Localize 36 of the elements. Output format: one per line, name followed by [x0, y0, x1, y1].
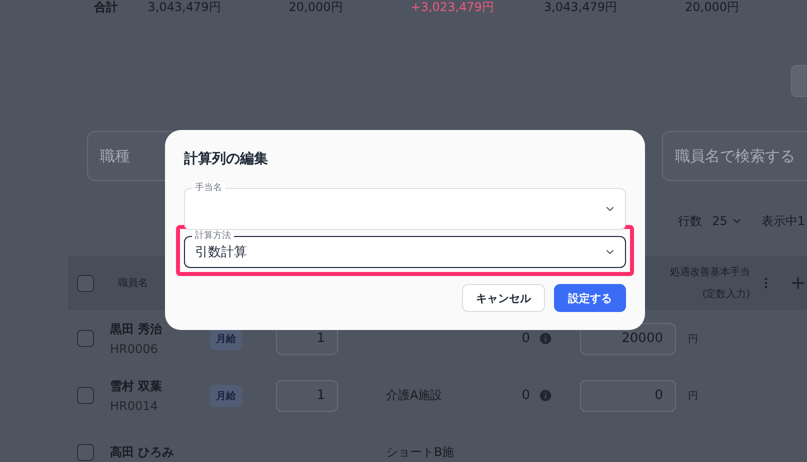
total-value: +3,023,479円: [410, 0, 494, 16]
showing-text: 表示中1: [761, 212, 805, 230]
field-label: 計算方法: [192, 230, 234, 242]
search-field[interactable]: 職員名で検索する: [662, 131, 807, 181]
count-field[interactable]: 1: [276, 380, 338, 412]
row-checkbox[interactable]: [77, 330, 94, 347]
allowance-field[interactable]: 0: [580, 380, 676, 412]
total-value: 3,043,479円: [148, 0, 221, 16]
select-field[interactable]: 計算方法 引数計算: [184, 230, 626, 268]
dialog-title: 計算列の編集: [184, 150, 269, 168]
select-all-checkbox[interactable]: [77, 274, 94, 292]
info-icon[interactable]: [538, 331, 552, 346]
employee-name: 黒田 秀治: [110, 321, 164, 338]
info-icon[interactable]: [538, 388, 552, 403]
value-text: 0: [522, 331, 530, 346]
add-column-icon[interactable]: [789, 274, 807, 292]
unit-text: 円: [687, 332, 699, 346]
total-value: 20,000円: [288, 0, 343, 16]
employee-name: 高田 ひろみ: [110, 444, 176, 461]
submit-button[interactable]: 設定する: [554, 284, 626, 312]
employee-name: 雪村 双葉: [110, 378, 164, 395]
rows-label: 行数: [678, 212, 702, 230]
row-checkbox[interactable]: [77, 387, 94, 404]
row-checkbox[interactable]: [77, 444, 94, 461]
unit-text: 円: [687, 390, 699, 402]
totals-label: 合計: [94, 0, 119, 16]
facility-text: 介護A施設: [385, 387, 444, 404]
total-value: 3,043,479円: [544, 0, 617, 16]
cancel-button[interactable]: キャンセル: [462, 284, 545, 312]
select-field[interactable]: 手当名: [184, 182, 626, 230]
rows-select[interactable]: 25: [712, 214, 744, 228]
facility-text: ショートB施: [385, 444, 456, 461]
value-text: 0: [522, 388, 530, 403]
pay-type-tag: 月給: [210, 384, 242, 406]
total-value: 20,000円: [685, 0, 739, 16]
field-label: 手当名: [192, 182, 225, 194]
